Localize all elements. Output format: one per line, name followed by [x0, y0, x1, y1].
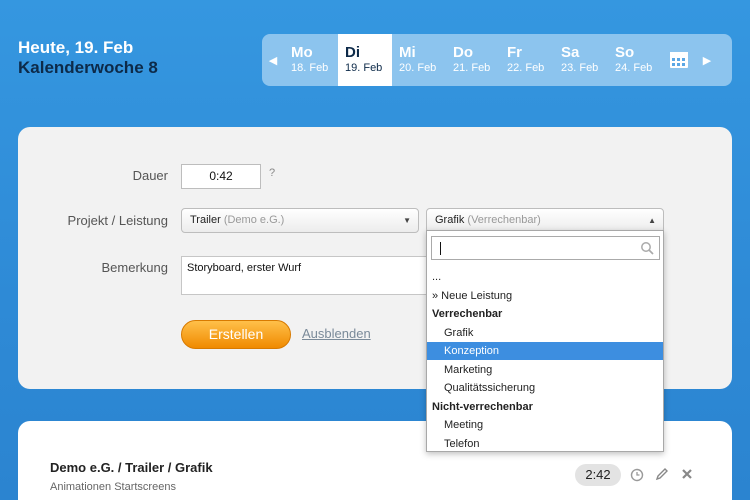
project-label: Projekt / Leistung — [67, 213, 168, 228]
dropdown-option[interactable]: Telefon — [427, 435, 663, 453]
dropdown-group-header: Nicht-verrechenbar — [432, 400, 533, 413]
dropdown-option[interactable]: Meeting — [427, 416, 663, 434]
service-note: (Verrechenbar) — [467, 214, 541, 226]
day-name: Sa — [561, 44, 580, 61]
dropdown-option[interactable]: Qualitätssicherung — [427, 379, 663, 397]
day-button[interactable]: Mo 18. Feb — [284, 34, 338, 86]
hide-link[interactable]: Ausblenden — [302, 326, 371, 341]
day-button[interactable]: Di 19. Feb — [338, 34, 392, 86]
day-name: Mi — [399, 44, 416, 61]
day-name: So — [615, 44, 635, 61]
clock-icon[interactable] — [630, 468, 644, 487]
search-icon — [640, 241, 654, 258]
dropdown-option[interactable]: ... — [427, 268, 663, 286]
today-label: Heute, 19. Feb — [18, 38, 134, 57]
notes-label: Bemerkung — [101, 260, 168, 275]
chevron-left-icon[interactable]: ◀ — [262, 34, 284, 86]
duration-input[interactable]: 0:42 — [181, 164, 261, 189]
project-select[interactable]: Trailer (Demo e.G.) ▼ — [181, 208, 419, 233]
project-client: (Demo e.G.) — [223, 214, 285, 226]
day-button[interactable]: Fr 22. Feb — [500, 34, 554, 86]
chevron-down-icon: ▼ — [403, 216, 411, 225]
calendar-icon[interactable] — [662, 34, 696, 86]
dropdown-search-input[interactable] — [431, 236, 660, 260]
service-dropdown: ...» Neue Leistung Verrechenbar Grafik Konz… — [426, 230, 664, 452]
day-date: 24. Feb — [615, 62, 653, 74]
chevron-right-icon[interactable]: ▶ — [696, 34, 718, 86]
create-button[interactable]: Erstellen — [181, 320, 291, 349]
dropdown-option[interactable]: Grafik — [427, 324, 663, 342]
dropdown-option[interactable]: Marketing — [427, 361, 663, 379]
help-icon[interactable]: ? — [269, 167, 275, 179]
entry-title: Demo e.G. / Trailer / Grafik — [50, 460, 213, 475]
day-button[interactable]: Sa 23. Feb — [554, 34, 608, 86]
day-date: 22. Feb — [507, 62, 545, 74]
project-value: Trailer — [190, 214, 221, 226]
entry-subtitle: Animationen Startscreens — [50, 481, 176, 493]
dropdown-group-header: Verrechenbar — [432, 308, 503, 320]
day-name: Fr — [507, 44, 522, 61]
day-name: Do — [453, 44, 473, 61]
dropdown-option[interactable]: » Neue Leistung — [427, 287, 663, 305]
day-name: Di — [345, 44, 360, 61]
notes-field[interactable]: Storyboard, erster Wurf — [181, 256, 431, 295]
day-name: Mo — [291, 44, 313, 61]
day-navigation-bar: ◀ Mo 18. Feb Di 19. Feb Mi 20. Feb Do 21. Feb Fr… — [262, 34, 732, 86]
chevron-up-icon: ▲ — [648, 216, 656, 225]
week-label: Kalenderwoche 8 — [18, 58, 158, 77]
text-cursor — [440, 242, 441, 255]
service-value: Grafik — [435, 214, 465, 226]
day-date: 19. Feb — [345, 62, 383, 74]
day-date: 20. Feb — [399, 62, 437, 74]
day-button[interactable]: So 24. Feb — [608, 34, 662, 86]
dropdown-option[interactable]: Konzeption — [427, 342, 663, 360]
pencil-icon[interactable] — [655, 467, 669, 486]
day-date: 18. Feb — [291, 62, 329, 74]
duration-label: Dauer — [132, 168, 168, 183]
close-icon[interactable] — [680, 467, 694, 486]
day-button[interactable]: Do 21. Feb — [446, 34, 500, 86]
day-list: Mo 18. Feb Di 19. Feb Mi 20. Feb Do 21. Feb Fr 22… — [284, 34, 662, 86]
header-title: Heute, 19. Feb Kalenderwoche 8 — [18, 38, 158, 78]
entry-time[interactable]: 2:42 — [575, 464, 621, 486]
day-button[interactable]: Mi 20. Feb — [392, 34, 446, 86]
day-date: 23. Feb — [561, 62, 599, 74]
day-date: 21. Feb — [453, 62, 491, 74]
